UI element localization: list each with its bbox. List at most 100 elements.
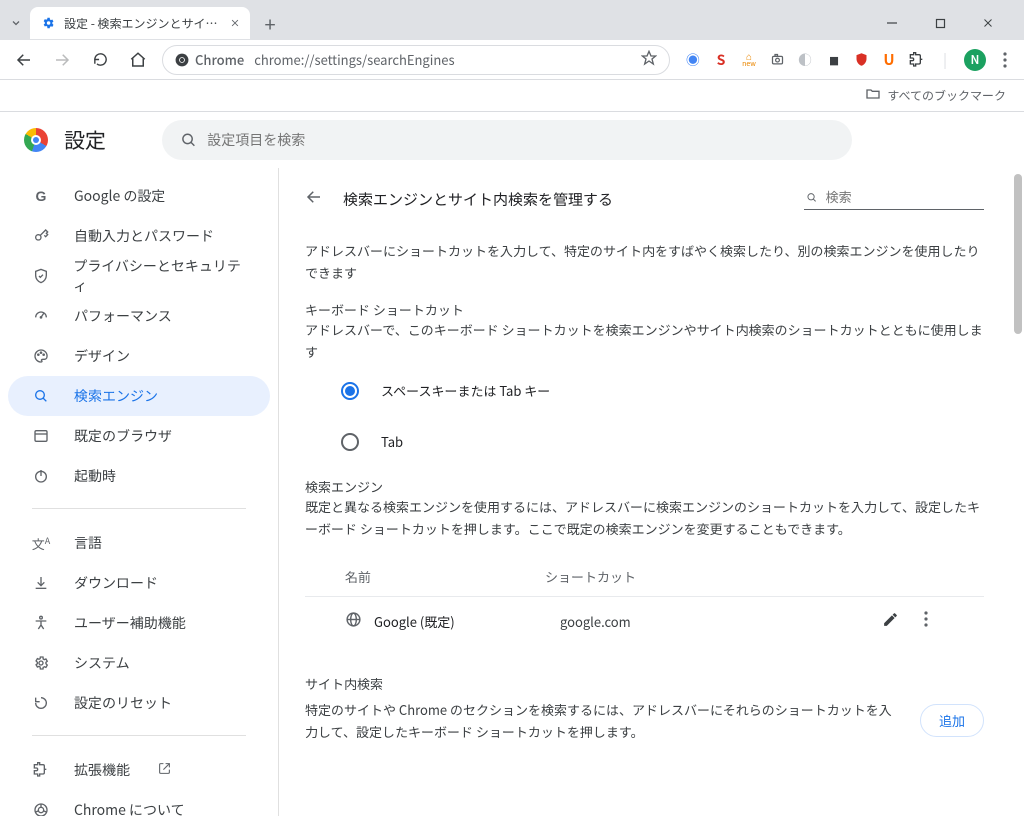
ext-icon-6[interactable]: ▮▮ xyxy=(824,51,842,69)
table-header: 名前 ショートカット xyxy=(305,557,984,596)
settings-search-input[interactable] xyxy=(207,132,834,148)
sidebar-item-label: ダウンロード xyxy=(74,573,158,593)
sidebar-item-google[interactable]: G Google の設定 xyxy=(8,176,270,216)
site-search-desc: 特定のサイトや Chrome のセクションを検索するには、アドレスバーにそれらの… xyxy=(305,699,900,743)
tab-title: 設定 - 検索エンジンとサイト内検索 xyxy=(64,15,222,32)
palette-icon xyxy=(32,348,50,364)
radio-icon xyxy=(341,433,359,451)
back-button[interactable] xyxy=(10,46,38,74)
power-icon xyxy=(32,468,50,484)
download-icon xyxy=(32,575,50,591)
speed-icon xyxy=(32,308,50,324)
scrollbar-thumb[interactable] xyxy=(1014,174,1022,334)
ext-icon-2[interactable]: S xyxy=(712,51,730,69)
sidebar-item-label: Chrome について xyxy=(74,800,185,816)
ext-icon-1[interactable]: ◉ xyxy=(684,51,702,69)
sidebar-item-search-engine[interactable]: 検索エンジン xyxy=(8,376,270,416)
window-controls xyxy=(870,8,1016,38)
sidebar-item-default-browser[interactable]: 既定のブラウザ xyxy=(8,416,270,456)
maximize-button[interactable] xyxy=(918,8,962,38)
col-name: 名前 xyxy=(345,567,545,586)
url-text: chrome://settings/searchEngines xyxy=(254,50,454,69)
divider: | xyxy=(936,51,954,69)
language-icon: 文A xyxy=(32,534,50,553)
ext-icon-8[interactable]: U xyxy=(880,51,898,69)
scrollbar[interactable] xyxy=(1008,168,1024,816)
settings-title: 設定 xyxy=(64,125,106,155)
add-button[interactable]: 追加 xyxy=(920,704,984,737)
omnibox[interactable]: Chrome chrome://settings/searchEngines xyxy=(162,45,670,75)
ext-icon-7[interactable] xyxy=(852,51,870,69)
ext-icon-5[interactable]: ◐ xyxy=(796,51,814,69)
puzzle-icon xyxy=(32,762,50,778)
sidebar-item-label: プライバシーとセキュリティ xyxy=(73,256,246,296)
sidebar-item-system[interactable]: システム xyxy=(8,643,270,683)
sidebar-item-extensions[interactable]: 拡張機能 xyxy=(8,750,270,790)
close-icon[interactable] xyxy=(230,15,240,32)
site-search-row: 特定のサイトや Chrome のセクションを検索するには、アドレスバーにそれらの… xyxy=(305,699,984,743)
page-search-input[interactable] xyxy=(826,190,982,205)
search-icon xyxy=(806,191,818,204)
sidebar-item-label: パフォーマンス xyxy=(74,306,172,326)
chrome-chip-label: Chrome xyxy=(195,50,244,69)
bookmark-star-icon[interactable] xyxy=(641,50,657,70)
sidebar-item-autofill[interactable]: 自動入力とパスワード xyxy=(8,216,270,256)
sidebar-item-label: 起動時 xyxy=(74,466,116,486)
kbd-desc: アドレスバーで、このキーボード ショートカットを検索エンジンやサイト内検索のショ… xyxy=(305,319,984,363)
radio-option-space-or-tab[interactable]: スペースキーまたは Tab キー xyxy=(341,381,984,400)
engine-name: Google (既定) xyxy=(374,612,560,631)
page-header: 検索エンジンとサイト内検索を管理する xyxy=(305,186,984,212)
table-row: Google (既定) google.com xyxy=(305,596,984,646)
kebab-menu-icon[interactable] xyxy=(996,51,1014,69)
sidebar-item-label: 既定のブラウザ xyxy=(74,426,172,446)
sidebar-item-label: ユーザー補助機能 xyxy=(74,613,186,633)
chrome-icon xyxy=(32,802,50,816)
browser-tab[interactable]: 設定 - 検索エンジンとサイト内検索 xyxy=(30,7,250,39)
close-window-button[interactable] xyxy=(966,8,1010,38)
forward-button[interactable] xyxy=(48,46,76,74)
radio-option-tab[interactable]: Tab xyxy=(341,432,984,451)
minimize-button[interactable] xyxy=(870,8,914,38)
search-icon xyxy=(32,388,50,404)
titlebar: 設定 - 検索エンジンとサイト内検索 + xyxy=(0,0,1024,40)
content: 検索エンジンとサイト内検索を管理する アドレスバーにショートカットを入力して、特… xyxy=(278,168,1024,816)
external-link-icon xyxy=(158,760,171,780)
sidebar-item-privacy[interactable]: プライバシーとセキュリティ xyxy=(8,256,270,296)
sidebar-item-downloads[interactable]: ダウンロード xyxy=(8,563,270,603)
back-arrow-icon[interactable] xyxy=(305,186,323,212)
sidebar-item-performance[interactable]: パフォーマンス xyxy=(8,296,270,336)
engine-shortcut: google.com xyxy=(560,612,872,631)
home-button[interactable] xyxy=(124,46,152,74)
sidebar-item-accessibility[interactable]: ユーザー補助機能 xyxy=(8,603,270,643)
engines-desc: 既定と異なる検索エンジンを使用するには、アドレスバーに検索エンジンのショートカッ… xyxy=(305,496,984,540)
main: G Google の設定 自動入力とパスワード プライバシーとセキュリティ パフ… xyxy=(0,168,1024,816)
sidebar-item-language[interactable]: 文A 言語 xyxy=(8,523,270,563)
more-menu-icon[interactable] xyxy=(908,611,944,631)
accessibility-icon xyxy=(32,615,50,631)
extensions-button[interactable] xyxy=(908,51,926,69)
edit-button[interactable] xyxy=(872,611,908,632)
sidebar-item-label: 自動入力とパスワード xyxy=(74,226,214,246)
ext-icon-3[interactable]: ⌂new xyxy=(740,51,758,69)
sidebar-item-label: Google の設定 xyxy=(74,186,165,206)
new-tab-button[interactable]: + xyxy=(256,9,284,37)
gear-icon xyxy=(40,15,56,31)
sidebar-item-about[interactable]: Chrome について xyxy=(8,790,270,816)
tab-list-chevron-icon[interactable] xyxy=(8,14,24,33)
folder-icon xyxy=(865,86,881,106)
settings-search-box[interactable] xyxy=(162,120,852,160)
all-bookmarks-link[interactable]: すべてのブックマーク xyxy=(887,87,1006,104)
profile-avatar[interactable]: N xyxy=(964,49,986,71)
sidebar-item-label: 言語 xyxy=(74,533,102,553)
page-search[interactable] xyxy=(804,188,984,210)
ext-icon-4[interactable] xyxy=(768,51,786,69)
key-icon xyxy=(32,228,50,244)
sidebar-item-startup[interactable]: 起動時 xyxy=(8,456,270,496)
sidebar-item-label: 拡張機能 xyxy=(74,760,130,780)
sidebar-item-design[interactable]: デザイン xyxy=(8,336,270,376)
page-title: 検索エンジンとサイト内検索を管理する xyxy=(343,189,613,210)
sidebar-item-reset[interactable]: 設定のリセット xyxy=(8,683,270,723)
reload-button[interactable] xyxy=(86,46,114,74)
sidebar-item-label: システム xyxy=(74,653,130,673)
radio-icon xyxy=(341,382,359,400)
